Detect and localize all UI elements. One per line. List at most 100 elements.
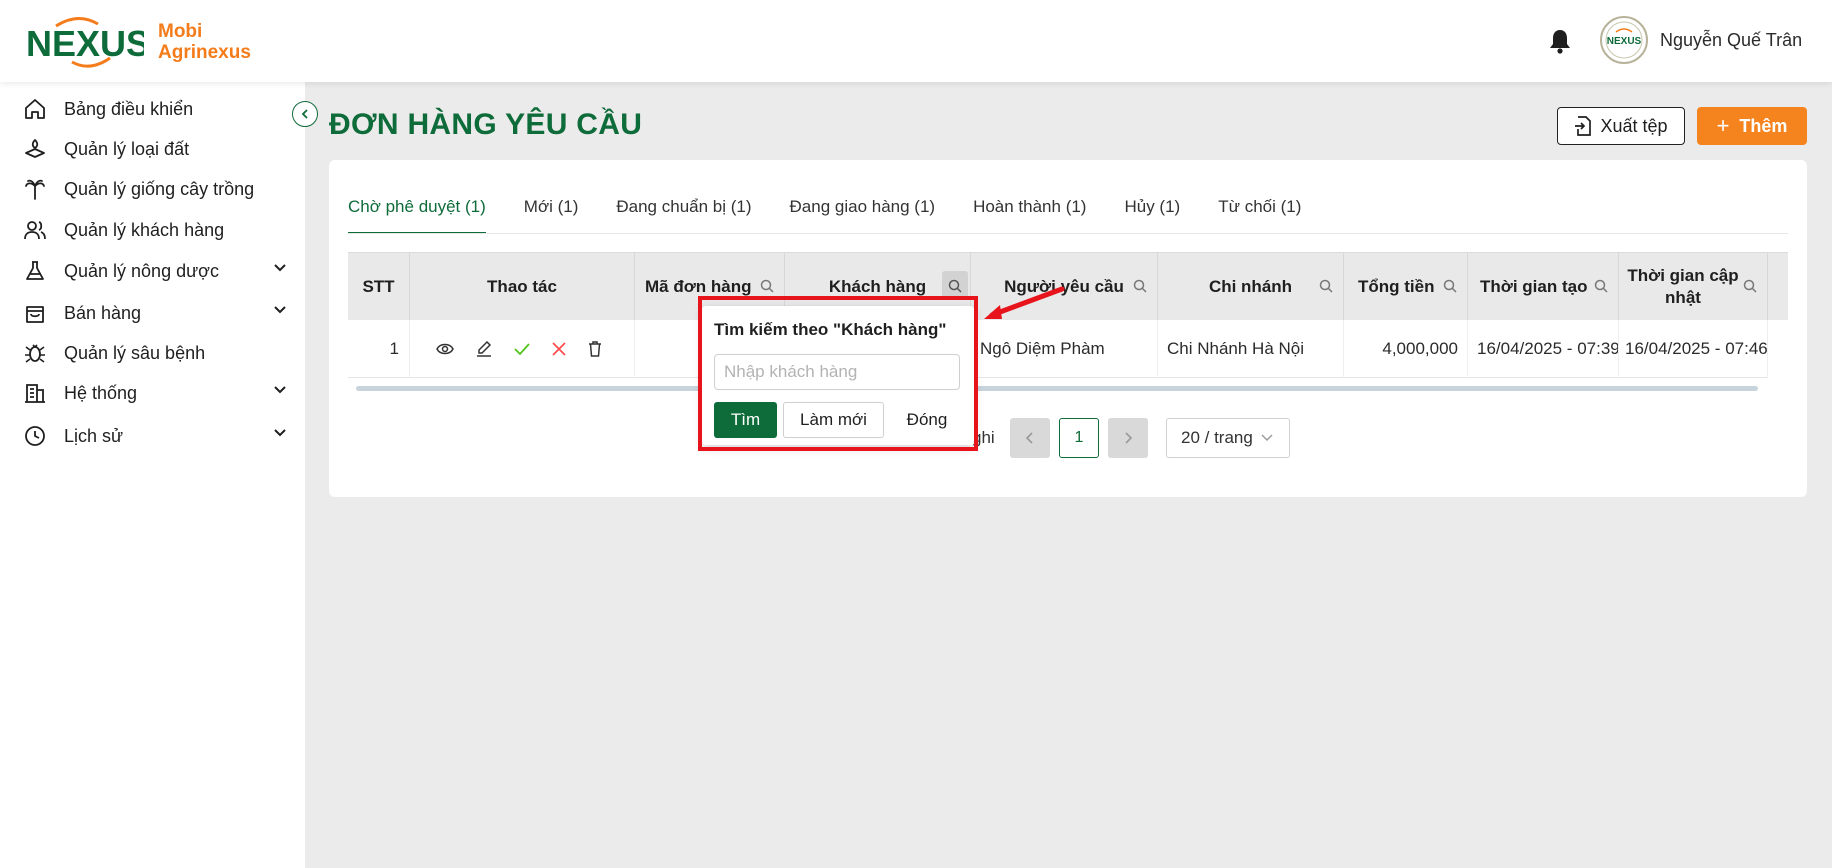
col-label: Tổng tiền — [1358, 277, 1435, 296]
users-icon — [22, 217, 48, 243]
col-label: Mã đơn hàng — [645, 277, 752, 296]
cell-requester: Ngô Diệm Phàm — [971, 320, 1158, 378]
trash-icon[interactable] — [588, 341, 602, 357]
next-page-button[interactable] — [1108, 418, 1148, 458]
chevron-down-icon — [274, 429, 286, 437]
plus-icon: + — [1716, 113, 1730, 138]
eye-icon[interactable] — [436, 342, 454, 356]
tab-rejected[interactable]: Từ chối (1) — [1218, 196, 1301, 234]
cell-actions — [410, 320, 635, 378]
sidebar-item-label: Hệ thống — [64, 382, 138, 403]
sidebar-item-sales[interactable]: Bán hàng — [22, 296, 287, 330]
sidebar-item-system[interactable]: Hệ thống — [22, 376, 287, 410]
sidebar-item-pests[interactable]: Quản lý sâu bệnh — [22, 336, 287, 370]
brand-line-1: Mobi — [158, 21, 203, 42]
export-button[interactable]: Xuất tệp — [1557, 107, 1685, 145]
avatar[interactable]: NEXUS — [1600, 16, 1648, 64]
tab-cancelled[interactable]: Hủy (1) — [1124, 196, 1180, 234]
sidebar-collapse-button[interactable] — [292, 101, 318, 127]
sidebar-item-pesticides[interactable]: Quản lý nông dược — [22, 254, 287, 288]
export-label: Xuất tệp — [1600, 115, 1668, 136]
tab-new[interactable]: Mới (1) — [524, 196, 579, 234]
reset-button[interactable]: Làm mới — [783, 402, 884, 438]
bell-icon[interactable] — [1548, 28, 1572, 59]
table-row[interactable]: 1 Ngô Diệm Phàm Chi Nhánh Hà Nội 4,000,0… — [348, 320, 1768, 378]
col-label: Thời gian tạo — [1480, 277, 1588, 296]
annotation-arrow-icon — [984, 286, 1065, 319]
add-button[interactable]: + Thêm — [1697, 107, 1807, 145]
col-label: Khách hàng — [828, 277, 927, 296]
close-button[interactable]: Đóng — [892, 402, 962, 438]
col-label: Chi nhánh — [1208, 277, 1293, 296]
page-size-value: 20 / trang — [1181, 428, 1253, 447]
chevron-down-icon — [274, 306, 286, 314]
sidebar-item-label: Bảng điều khiển — [64, 98, 194, 119]
chevron-down-icon — [274, 264, 286, 272]
search-icon[interactable] — [1594, 279, 1608, 293]
close-icon[interactable] — [552, 342, 566, 356]
col-header-total: Tổng tiền — [1344, 253, 1468, 321]
col-header-branch: Chi nhánh — [1158, 253, 1344, 321]
cell-branch: Chi Nhánh Hà Nội — [1158, 320, 1344, 378]
brand-line-2: Agrinexus — [158, 42, 251, 63]
tab-completed[interactable]: Hoàn thành (1) — [973, 196, 1086, 234]
logo[interactable]: NEXUS Mobi Agrinexus — [26, 14, 251, 70]
sidebar-item-label: Quản lý khách hàng — [64, 219, 225, 240]
col-header-actions: Thao tác — [410, 253, 635, 321]
prev-page-button[interactable] — [1010, 418, 1050, 458]
col-header-updated: Thời gian cập nhật — [1619, 253, 1768, 321]
cell-total: 4,000,000 — [1344, 320, 1468, 378]
palm-tree-icon — [22, 176, 48, 202]
search-icon[interactable] — [1319, 279, 1333, 293]
sidebar-item-customers[interactable]: Quản lý khách hàng — [22, 213, 287, 247]
page-size-select[interactable]: 20 / trang — [1166, 418, 1290, 458]
col-header-created: Thời gian tạo — [1468, 253, 1619, 321]
sidebar-item-label: Bán hàng — [64, 302, 142, 323]
search-button[interactable]: Tìm — [714, 402, 777, 438]
chevron-left-icon — [301, 109, 308, 119]
sidebar-item-land-types[interactable]: Quản lý loại đất — [22, 132, 287, 166]
search-icon[interactable] — [1133, 279, 1147, 293]
sidebar-item-label: Quản lý loại đất — [64, 138, 190, 159]
sidebar-item-history[interactable]: Lịch sử — [22, 419, 287, 453]
top-header: NEXUS Mobi Agrinexus NEXUS Nguyễn Quế Tr… — [0, 0, 1832, 82]
avatar-logo-icon: NEXUS — [1605, 21, 1643, 59]
tab-pending-approval[interactable]: Chờ phê duyệt (1) — [348, 196, 486, 234]
page-number-button[interactable]: 1 — [1059, 418, 1099, 458]
shopping-bag-icon — [22, 300, 48, 326]
status-tabs: Chờ phê duyệt (1) Mới (1) Đang chuẩn bị … — [348, 196, 1339, 234]
tab-shipping[interactable]: Đang giao hàng (1) — [790, 196, 936, 234]
brand-name: Mobi Agrinexus — [158, 21, 251, 63]
home-icon — [22, 96, 48, 122]
cell-stt: 1 — [348, 320, 410, 378]
edit-icon[interactable] — [476, 341, 492, 357]
customer-search-popup: Tìm kiếm theo "Khách hàng" Tìm Làm mới Đ… — [702, 306, 974, 445]
export-file-icon — [1575, 116, 1592, 136]
sidebar-item-dashboard[interactable]: Bảng điều khiển — [22, 92, 287, 126]
user-name[interactable]: Nguyễn Quế Trân — [1660, 30, 1802, 51]
horizontal-scrollbar[interactable] — [356, 386, 1758, 391]
search-icon[interactable] — [1443, 279, 1457, 293]
add-label: Thêm — [1739, 115, 1788, 136]
search-icon[interactable] — [1743, 279, 1757, 293]
building-icon — [22, 380, 48, 406]
search-icon[interactable] — [760, 279, 774, 293]
sidebar-item-label: Quản lý nông dược — [64, 260, 219, 281]
sidebar-item-crop-varieties[interactable]: Quản lý giống cây trồng — [22, 172, 287, 206]
col-header-stt: STT — [348, 253, 410, 321]
clock-icon — [22, 423, 48, 449]
svg-text:NEXUS: NEXUS — [1607, 36, 1642, 47]
land-icon — [22, 136, 48, 162]
chevron-down-icon — [1261, 434, 1273, 441]
tab-preparing[interactable]: Đang chuẩn bị (1) — [616, 196, 751, 234]
sidebar-item-label: Quản lý sâu bệnh — [64, 342, 206, 363]
bug-icon — [22, 340, 48, 366]
flask-icon — [22, 258, 48, 284]
chevron-down-icon — [274, 386, 286, 394]
search-icon[interactable] — [948, 279, 962, 293]
nexus-logo-icon: NEXUS — [26, 17, 144, 68]
customer-search-input[interactable] — [714, 354, 960, 390]
col-label: Thời gian cập nhật — [1627, 266, 1739, 307]
col-label: Thao tác — [487, 277, 557, 296]
check-icon[interactable] — [514, 342, 530, 356]
